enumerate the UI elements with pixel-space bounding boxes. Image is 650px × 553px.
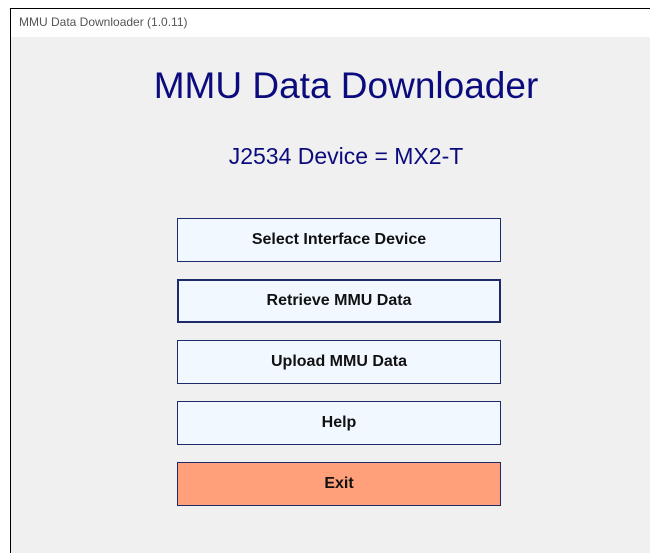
window-title: MMU Data Downloader (1.0.11) bbox=[19, 15, 188, 29]
exit-button[interactable]: Exit bbox=[177, 462, 501, 506]
device-status-label: J2534 Device = MX2-T bbox=[228, 143, 464, 169]
app-window: MMU Data Downloader (1.0.11) MMU Data Do… bbox=[10, 8, 650, 553]
help-button[interactable]: Help bbox=[177, 401, 501, 445]
upload-mmu-data-button[interactable]: Upload MMU Data bbox=[177, 340, 501, 384]
app-heading: MMU Data Downloader bbox=[153, 65, 539, 106]
retrieve-mmu-data-button[interactable]: Retrieve MMU Data bbox=[177, 279, 501, 323]
select-interface-device-button[interactable]: Select Interface Device bbox=[177, 218, 501, 262]
title-bar[interactable]: MMU Data Downloader (1.0.11) bbox=[11, 9, 650, 37]
